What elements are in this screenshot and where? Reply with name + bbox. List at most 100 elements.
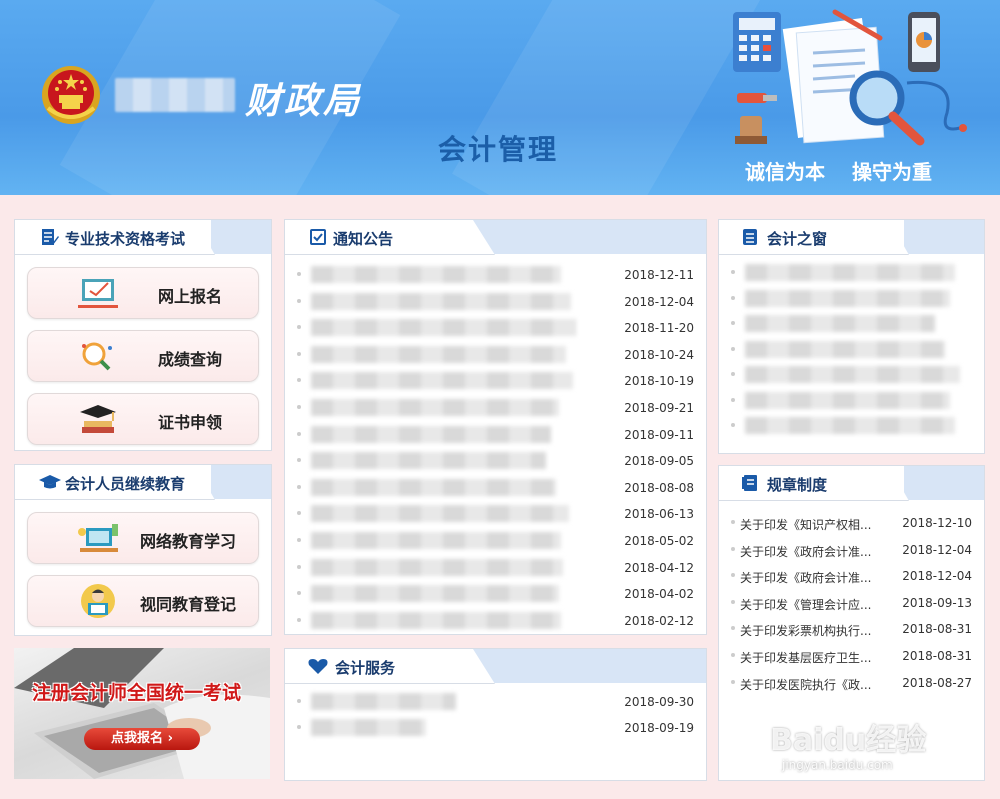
notice-item[interactable]: 2018-06-13 [297, 501, 694, 527]
item-date: 2018-08-31 [902, 622, 972, 637]
bullet-dot [731, 295, 735, 300]
laptop-photo [14, 648, 270, 779]
exam-panel-header: 专业技术资格考试 [15, 220, 271, 255]
redacted-title [311, 345, 566, 363]
page-title: 会计管理 [438, 133, 559, 166]
online-registration-button[interactable]: 网上报名 [27, 267, 259, 319]
online-registration-label: 网上报名 [158, 287, 223, 306]
notice-item[interactable]: 2018-12-04 [297, 289, 694, 315]
window-item[interactable] [731, 388, 972, 414]
notice-item[interactable]: 2018-10-19 [297, 368, 694, 394]
rule-item[interactable]: 关于印发《知识产权相... 2018-12-10 [731, 510, 972, 536]
window-item[interactable] [731, 413, 972, 439]
item-date: 2018-04-12 [624, 560, 694, 575]
online-learning-button[interactable]: 网络教育学习 [27, 512, 259, 564]
bullet-dot [297, 591, 301, 596]
notice-item[interactable]: 2018-08-08 [297, 475, 694, 501]
notice-panel-title: 通知公告 [333, 230, 394, 248]
bullet-dot [297, 431, 301, 436]
bullet-dot [297, 458, 301, 463]
window-item[interactable] [731, 286, 972, 312]
edit-document-icon [42, 229, 59, 245]
register-now-button[interactable]: 点我报名 › [84, 728, 200, 750]
panel-tab-background [466, 649, 706, 683]
computer-icon [78, 279, 118, 308]
document-list-icon [743, 229, 757, 245]
exam-panel-title: 专业技术资格考试 [65, 230, 186, 248]
redacted-title [311, 693, 456, 710]
item-date: 2018-08-27 [902, 675, 972, 690]
window-item[interactable] [731, 311, 972, 337]
item-date: 2018-06-13 [624, 507, 694, 522]
item-title: 关于印发《管理会计应... [740, 597, 872, 612]
notice-item[interactable]: 2018-02-12 [297, 608, 694, 634]
equivalent-education-button[interactable]: 视同教育登记 [27, 575, 259, 627]
redacted-title [311, 452, 546, 470]
bullet-dot [731, 653, 735, 657]
notice-item[interactable]: 2018-09-11 [297, 422, 694, 448]
item-date: 2018-10-24 [624, 347, 694, 362]
bullet-dot [297, 351, 301, 356]
bullet-dot [731, 546, 735, 551]
accounting-window-title: 会计之窗 [767, 230, 828, 248]
notice-item[interactable]: 2018-05-02 [297, 528, 694, 554]
check-square-icon [310, 229, 326, 245]
rule-item[interactable]: 关于印发《政府会计准... 2018-12-04 [731, 537, 972, 563]
bullet-dot [731, 321, 735, 325]
motto-ethics: 操守为重 [852, 160, 932, 184]
national-emblem-icon [42, 66, 100, 124]
redacted-title [311, 611, 561, 629]
window-item[interactable] [731, 362, 972, 388]
bullet-dot [731, 397, 735, 402]
rule-item[interactable]: 关于印发基层医疗卫生... 2018-08-31 [731, 643, 972, 669]
score-query-button[interactable]: 成绩查询 [27, 330, 259, 382]
notice-item[interactable]: 2018-04-12 [297, 555, 694, 581]
item-date: 2018-12-10 [902, 516, 972, 530]
redacted-title [745, 315, 935, 332]
bullet-dot [731, 679, 735, 684]
service-item[interactable]: 2018-09-30 [297, 689, 694, 715]
notice-item[interactable]: 2018-09-21 [297, 395, 694, 421]
rule-item[interactable]: 关于印发医院执行《政... 2018-08-27 [731, 670, 972, 696]
cpa-exam-banner[interactable]: 注册会计师全国统一考试 点我报名 › [14, 648, 270, 779]
redacted-title [311, 719, 426, 736]
notice-item[interactable]: 2018-04-02 [297, 581, 694, 607]
notice-item[interactable]: 2018-12-11 [297, 262, 694, 288]
window-item[interactable] [731, 337, 972, 363]
rule-item[interactable]: 关于印发彩票机构执行... 2018-08-31 [731, 616, 972, 642]
bullet-dot [731, 270, 735, 274]
rule-item[interactable]: 关于印发《管理会计应... 2018-09-13 [731, 590, 972, 616]
certificate-apply-button[interactable]: 证书申领 [27, 393, 259, 445]
exam-panel: 专业技术资格考试 网上报名 成绩查询 证书申领 [14, 219, 272, 451]
redacted-title [311, 425, 551, 443]
redacted-title [311, 319, 576, 337]
service-item[interactable]: 2018-09-19 [297, 715, 694, 741]
redacted-title [745, 340, 945, 358]
notice-item[interactable]: 2018-11-20 [297, 315, 694, 341]
bullet-dot [297, 725, 301, 729]
rule-item[interactable]: 关于印发《政府会计准... 2018-12-04 [731, 563, 972, 589]
redacted-title [745, 264, 955, 281]
baidu-jingyan-watermark: Baidu经验 [770, 723, 927, 758]
notice-item[interactable]: 2018-10-24 [297, 342, 694, 368]
service-panel: 会计服务 2018-09-30 2018-09-19 [284, 648, 707, 781]
bullet-dot [297, 617, 301, 622]
header-banner: 财政局 会计管理 诚信为本 操守为重 [0, 0, 1000, 195]
score-query-label: 成绩查询 [158, 350, 223, 369]
rules-panel-title: 规章制度 [767, 476, 828, 494]
bullet-dot [731, 346, 735, 351]
item-title: 关于印发医院执行《政... [740, 677, 872, 692]
book-icon [742, 475, 757, 491]
window-item[interactable] [731, 260, 972, 286]
item-date: 2018-09-13 [902, 595, 972, 610]
bullet-dot [297, 298, 301, 303]
item-date: 2018-12-04 [902, 542, 972, 557]
redacted-title [745, 289, 950, 307]
panel-tab-background [211, 465, 271, 499]
agency-name-redacted [115, 78, 235, 112]
bullet-dot [731, 520, 735, 524]
redacted-title [311, 372, 573, 390]
notice-item[interactable]: 2018-09-05 [297, 448, 694, 474]
online-learning-icon [78, 524, 118, 552]
item-date: 2018-09-30 [624, 695, 694, 709]
